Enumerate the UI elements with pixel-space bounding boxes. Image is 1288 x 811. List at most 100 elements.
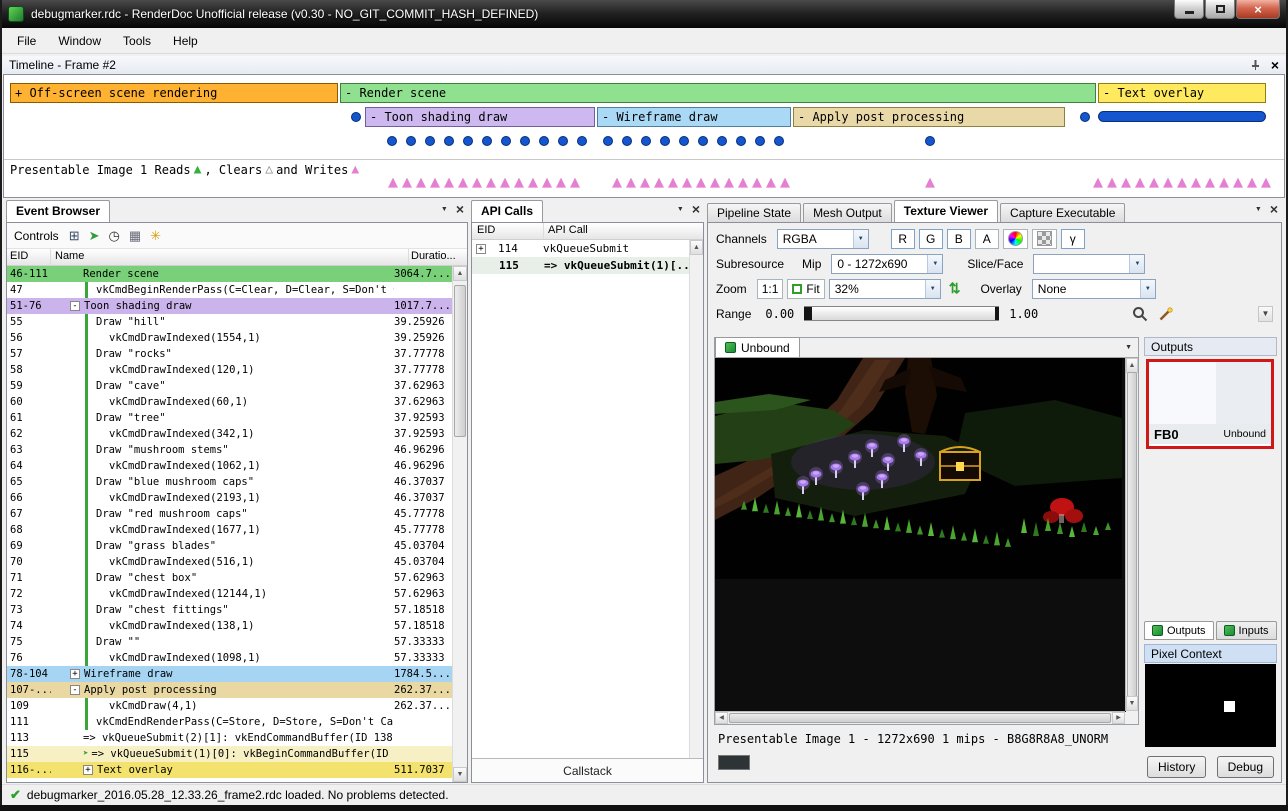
draw-event-dot[interactable] [774, 136, 784, 146]
event-row[interactable]: 71Draw "chest box"57.62963 [7, 570, 452, 586]
write-marker-icon[interactable]: ▲ [1093, 176, 1103, 189]
draw-event-dot[interactable] [660, 136, 670, 146]
write-marker-icon[interactable]: ▲ [710, 176, 720, 189]
draw-event-dot[interactable] [463, 136, 473, 146]
zoom-1to1-button[interactable]: 1:1 [757, 279, 784, 299]
expand-icon[interactable]: + [83, 765, 93, 775]
write-marker-icon[interactable]: ▲ [668, 176, 678, 189]
custom-display-button[interactable] [1003, 229, 1028, 249]
title-bar[interactable]: debugmarker.rdc - RenderDoc Unofficial r… [0, 0, 1288, 28]
panel-menu-chevron-icon[interactable]: ▼ [677, 206, 684, 213]
draw-event-dot[interactable] [387, 136, 397, 146]
menu-item-window[interactable]: Window [47, 30, 112, 52]
write-marker-icon[interactable]: ▲ [486, 176, 496, 189]
minimize-button[interactable] [1174, 0, 1204, 19]
write-marker-icon[interactable]: ▲ [724, 176, 734, 189]
menu-item-file[interactable]: File [6, 30, 47, 52]
draw-event-dot[interactable] [577, 136, 587, 146]
mip-select[interactable]: 0 - 1272x690 ▼ [831, 254, 943, 274]
api-calls-scrollbar[interactable]: ▲ ▼ [689, 240, 703, 782]
toolbar-overflow-icon[interactable]: ▼ [1258, 306, 1273, 322]
timeline-block[interactable]: - Apply post processing [793, 107, 1065, 127]
write-marker-icon[interactable]: ▲ [514, 176, 524, 189]
scroll-thumb[interactable] [729, 713, 1111, 723]
write-marker-icon[interactable]: ▲ [696, 176, 706, 189]
write-marker-icon[interactable]: ▲ [1261, 176, 1271, 189]
goto-eid-icon[interactable]: ➤ [89, 229, 100, 242]
write-marker-icon[interactable]: ▲ [1205, 176, 1215, 189]
event-row[interactable]: 115➤=> vkQueueSubmit(1)[0]: vkBeginComma… [7, 746, 452, 762]
event-row[interactable]: 72vkCmdDrawIndexed(12144,1)57.62963 [7, 586, 452, 602]
texture-display[interactable] [715, 358, 1126, 712]
write-marker-icon[interactable]: ▲ [458, 176, 468, 189]
write-marker-icon[interactable]: ▲ [528, 176, 538, 189]
event-row[interactable]: 56vkCmdDrawIndexed(1554,1)39.25926 [7, 330, 452, 346]
red-channel-button[interactable]: R [891, 229, 915, 249]
event-row[interactable]: 69Draw "grass blades"45.03704 [7, 538, 452, 554]
timeline-block[interactable]: - Wireframe draw [597, 107, 791, 127]
event-row[interactable]: 60vkCmdDrawIndexed(60,1)37.62963 [7, 394, 452, 410]
panel-close-icon[interactable]: × [692, 204, 700, 215]
green-channel-button[interactable]: G [919, 229, 943, 249]
scroll-thumb[interactable] [1127, 372, 1137, 697]
show-timings-icon[interactable]: ◷ [109, 229, 120, 242]
timeline-block[interactable]: + Off-screen scene rendering [10, 83, 338, 103]
scroll-up-icon[interactable]: ▲ [453, 266, 467, 281]
write-marker-icon[interactable]: ▲ [542, 176, 552, 189]
panel-close-icon[interactable]: × [1270, 204, 1278, 215]
zoom-select[interactable]: 32% ▼ [829, 279, 941, 299]
api-call-row[interactable]: 115=> vkQueueSubmit(1)[... [472, 257, 689, 274]
overlay-select[interactable]: None ▼ [1032, 279, 1156, 299]
write-marker-icon[interactable]: ▲ [1149, 176, 1159, 189]
range-max-handle[interactable] [995, 307, 999, 320]
draw-event-dot[interactable] [406, 136, 416, 146]
tab-mesh-output[interactable]: Mesh Output [803, 203, 892, 222]
draw-event-dot[interactable] [603, 136, 613, 146]
flip-y-icon[interactable]: ⇅ [949, 280, 961, 297]
find-icon[interactable]: ⊞ [69, 229, 80, 242]
scroll-up-icon[interactable]: ▲ [690, 240, 703, 255]
scroll-down-icon[interactable]: ▼ [1126, 696, 1138, 711]
column-eid[interactable]: EID [7, 249, 51, 265]
event-row[interactable]: 76vkCmdDrawIndexed(1098,1)57.33333 [7, 650, 452, 666]
api-table-header[interactable]: EID API Call [472, 223, 703, 240]
draw-event-dot[interactable] [1080, 112, 1090, 122]
draw-event-dot[interactable] [444, 136, 454, 146]
stats-icon[interactable]: ▦ [129, 229, 141, 242]
event-row[interactable]: 67Draw "red mushroom caps"45.77778 [7, 506, 452, 522]
panel-close-icon[interactable]: × [456, 204, 464, 215]
scroll-left-icon[interactable]: ◀ [715, 712, 728, 724]
draw-event-dot[interactable] [925, 136, 935, 146]
range-slider[interactable] [804, 306, 999, 321]
scroll-right-icon[interactable]: ▶ [1112, 712, 1125, 724]
collapse-icon[interactable]: - [70, 301, 80, 311]
event-row[interactable]: 47vkCmdBeginRenderPass(C=Clear, D=Clear,… [7, 282, 452, 298]
write-marker-icon[interactable]: ▲ [1163, 176, 1173, 189]
event-row[interactable]: 57Draw "rocks"37.77778 [7, 346, 452, 362]
write-marker-icon[interactable]: ▲ [752, 176, 762, 189]
event-row[interactable]: 116-...+Text overlay511.7037 [7, 762, 452, 778]
write-marker-icon[interactable]: ▲ [766, 176, 776, 189]
write-marker-icon[interactable]: ▲ [472, 176, 482, 189]
write-marker-icon[interactable]: ▲ [1135, 176, 1145, 189]
bookmark-icon[interactable]: ✳ [150, 229, 161, 242]
write-marker-icon[interactable]: ▲ [682, 176, 692, 189]
expand-icon[interactable]: + [70, 669, 80, 679]
pixel-context-view[interactable] [1145, 664, 1276, 747]
callstack-section[interactable]: Callstack [472, 758, 703, 782]
draw-event-dot[interactable] [717, 136, 727, 146]
panel-menu-chevron-icon[interactable]: ▼ [441, 206, 448, 213]
draw-event-dot[interactable] [558, 136, 568, 146]
event-row[interactable]: 111vkCmdEndRenderPass(C=Store, D=Store, … [7, 714, 452, 730]
write-marker-icon[interactable]: ▲ [654, 176, 664, 189]
autofit-wand-icon[interactable] [1158, 306, 1174, 322]
draw-event-dot[interactable] [679, 136, 689, 146]
maximize-button[interactable] [1205, 0, 1235, 19]
draw-event-dot[interactable] [539, 136, 549, 146]
write-marker-icon[interactable]: ▲ [780, 176, 790, 189]
draw-event-dot[interactable] [755, 136, 765, 146]
zoom-range-icon[interactable] [1132, 306, 1148, 322]
write-marker-icon[interactable]: ▲ [430, 176, 440, 189]
event-row[interactable]: 113=> vkQueueSubmit(2)[1]: vkEndCommandB… [7, 730, 452, 746]
write-marker-icon[interactable]: ▲ [556, 176, 566, 189]
